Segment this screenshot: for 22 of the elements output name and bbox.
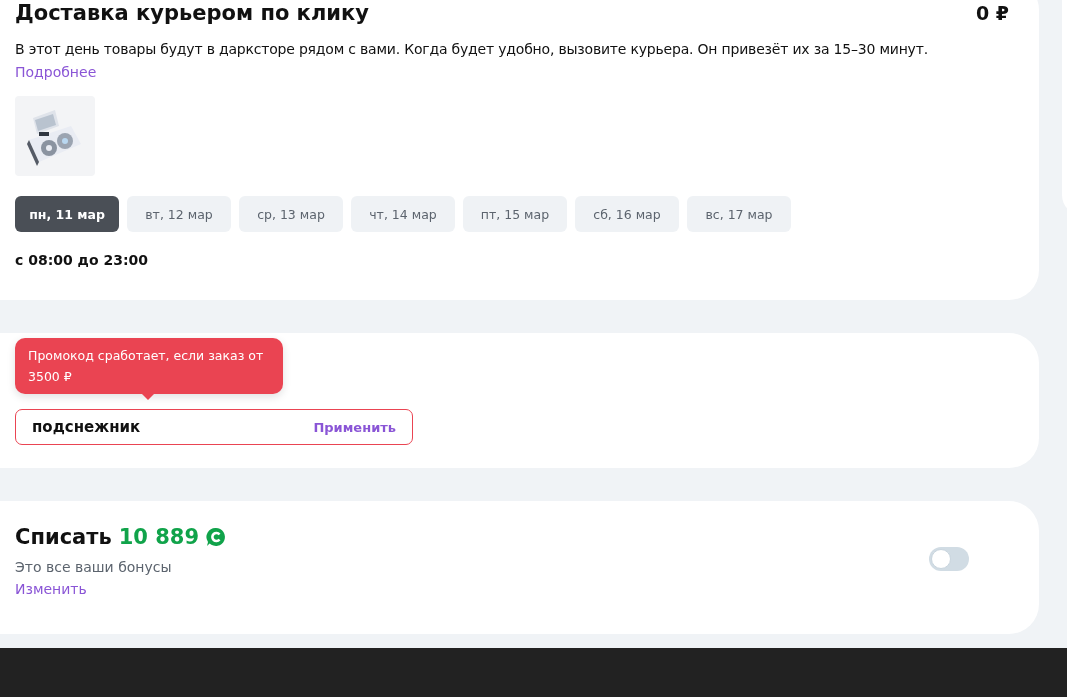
bonus-amount: 10 889 [118,525,200,549]
bonus-note: Это все ваши бонусы [15,558,173,577]
delivery-hours: с 08:00 до 23:00 [15,252,149,268]
bonus-toggle[interactable] [929,547,969,571]
day-tab[interactable]: чт, 14 мар [351,196,455,232]
promo-tooltip: Промокод сработает, если заказ от 3500 ₽ [15,338,283,394]
more-link[interactable]: Подробнее [15,61,97,83]
bonus-coin-icon [206,527,227,547]
delivery-description: В этот день товары будут в дарксторе рядом с вами. Когда будет удобно, вызовите курьера. Он привезёт их за 15–30 минут. [15,40,929,59]
delivery-price: 0 ₽ [975,2,1009,24]
change-link[interactable]: Изменить [15,578,87,600]
apply-button[interactable]: Применить [313,419,396,435]
day-tab[interactable]: пн, 11 мар [15,196,119,232]
day-tab[interactable]: пт, 15 мар [463,196,567,232]
day-tab[interactable]: сб, 16 мар [575,196,679,232]
tooltip-pointer [142,394,154,400]
day-tab[interactable]: вс, 17 мар [687,196,791,232]
day-tab[interactable]: ср, 13 мар [239,196,343,232]
promo-field[interactable]: подснежник Применить [15,409,413,445]
section-title: Доставка курьером по клику [15,1,369,25]
day-tab[interactable]: вт, 12 мар [127,196,231,232]
bonus-title: Списать [15,525,112,549]
